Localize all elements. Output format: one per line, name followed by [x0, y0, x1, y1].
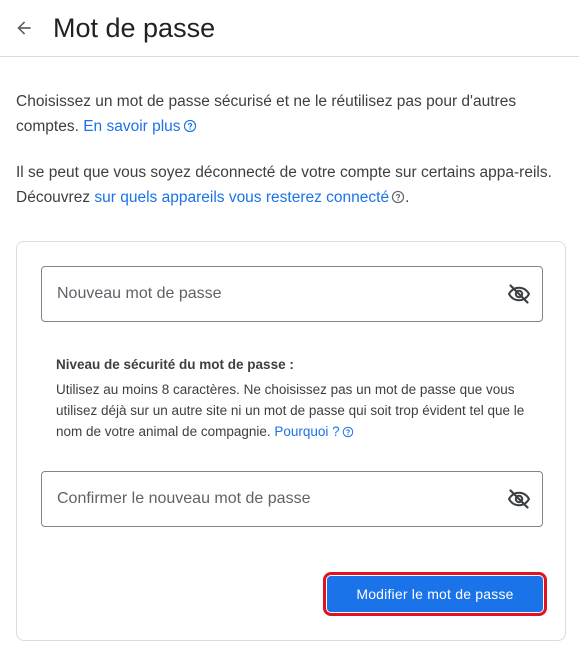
- signout-notice: Il se peut que vous soyez déconnecté de …: [16, 160, 564, 210]
- confirm-password-input[interactable]: [57, 472, 497, 526]
- signout-end: .: [405, 189, 410, 206]
- back-button[interactable]: [10, 14, 38, 42]
- help-icon: [342, 426, 353, 438]
- devices-link[interactable]: sur quels appareils vous resterez connec…: [94, 189, 405, 206]
- learn-more-link[interactable]: En savoir plus: [83, 118, 196, 135]
- header: Mot de passe: [0, 0, 579, 57]
- strength-heading: Niveau de sécurité du mot de passe :: [56, 357, 294, 372]
- page-title: Mot de passe: [53, 13, 216, 43]
- intro-paragraph: Choisissez un mot de passe sécurisé et n…: [16, 89, 564, 139]
- help-icon: [391, 190, 405, 204]
- new-password-field[interactable]: [41, 266, 543, 322]
- toggle-visibility-button[interactable]: [506, 281, 532, 307]
- strength-description: Utilisez au moins 8 caractères. Ne chois…: [56, 379, 536, 442]
- help-icon: [183, 119, 196, 133]
- arrow-back-icon: [17, 21, 31, 35]
- new-password-input[interactable]: [57, 267, 497, 321]
- toggle-visibility-button[interactable]: [506, 486, 532, 512]
- visibility-off-icon: [507, 489, 531, 509]
- why-link[interactable]: Pourquoi ?: [274, 424, 353, 439]
- visibility-off-icon: [507, 284, 531, 304]
- confirm-password-field[interactable]: [41, 471, 543, 527]
- change-password-button[interactable]: Modifier le mot de passe: [323, 572, 547, 616]
